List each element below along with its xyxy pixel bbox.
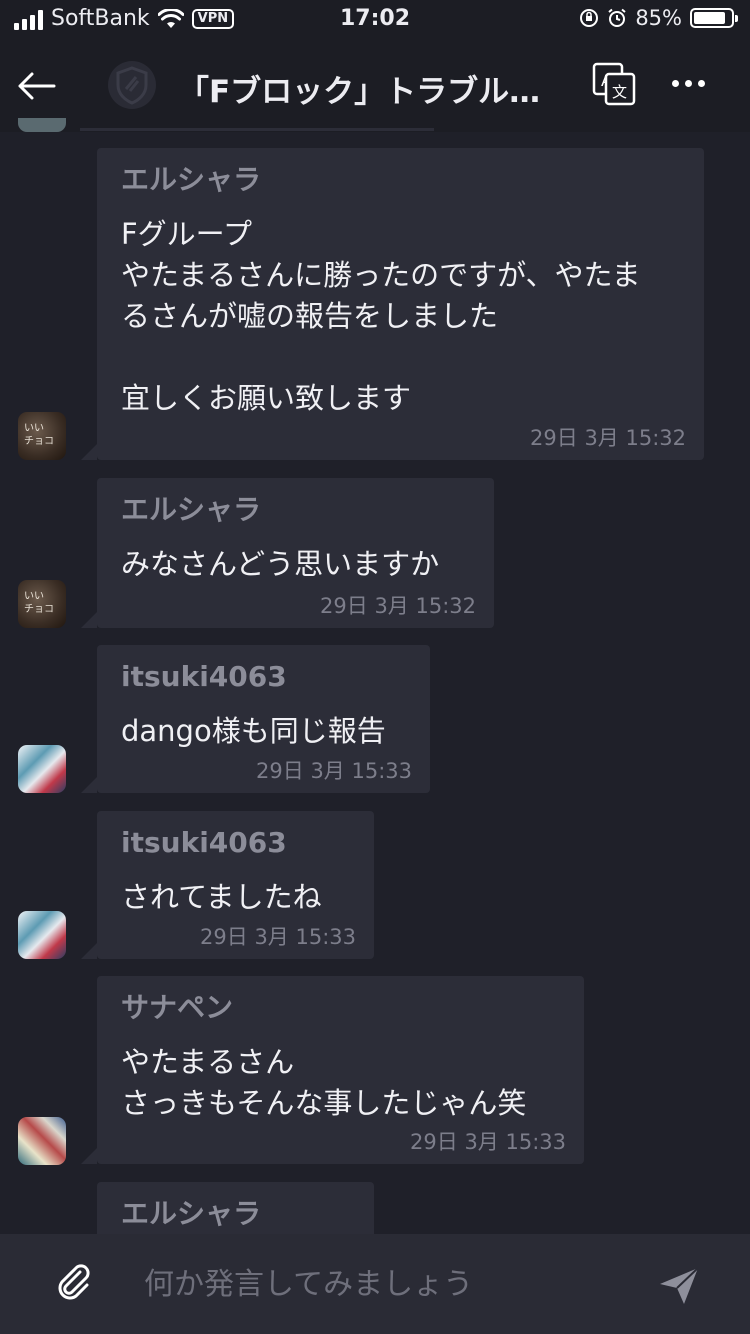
chat-header: 「Fブロック」トラブル… A 文 [0, 42, 750, 132]
avatar[interactable] [18, 118, 66, 132]
translate-icon[interactable]: A 文 [592, 62, 636, 106]
message-time: 29日 3月 15:32 [530, 426, 686, 450]
shield-icon[interactable] [108, 58, 156, 112]
message-time: 29日 3月 15:33 [256, 759, 412, 783]
avatar[interactable] [18, 745, 66, 793]
message-bubble[interactable]: サナペン やたまるさん さっきもそんな事したじゃん笑 29日 3月 15:33 [81, 976, 584, 1164]
back-arrow-icon[interactable] [14, 64, 58, 108]
message-bubble[interactable]: itsuki4063 されてましたね 29日 3月 15:33 [81, 811, 374, 959]
message-time: 29日 3月 15:33 [200, 925, 356, 949]
svg-text:文: 文 [612, 83, 627, 101]
message-bubble-partial [80, 128, 434, 131]
sender-name: itsuki4063 [121, 826, 287, 859]
paperclip-icon[interactable] [54, 1262, 94, 1302]
avatar-text: いい チョコ [24, 423, 54, 447]
sender-name: itsuki4063 [121, 660, 287, 693]
message-bubble[interactable]: エルシャラ みなさんどう思いますか 29日 3月 15:32 [81, 478, 494, 628]
send-icon[interactable] [656, 1262, 702, 1308]
message-text: dango様も同じ報告 [121, 714, 386, 748]
message-text: やたまるさん さっきもそんな事したじゃん笑 [121, 1045, 527, 1120]
sender-name: エルシャラ [121, 163, 262, 196]
avatar[interactable]: いい チョコ [18, 580, 66, 628]
composer-bar [0, 1234, 750, 1334]
orientation-lock-icon [580, 9, 599, 27]
message-bubble[interactable]: itsuki4063 dango様も同じ報告 29日 3月 15:33 [81, 645, 430, 793]
avatar[interactable]: いい チョコ [18, 412, 66, 460]
message-text: みなさんどう思いますか [121, 547, 440, 581]
more-icon[interactable] [672, 80, 705, 87]
avatar[interactable] [18, 1117, 66, 1165]
message-text: Fグループ やたまるさんに勝ったのですが、やたま るさんが嘘の報告をしました 宜… [121, 217, 641, 415]
message-time: 29日 3月 15:32 [320, 594, 476, 618]
message-input[interactable] [120, 1256, 620, 1312]
avatar-text: いい チョコ [24, 591, 54, 615]
message-bubble[interactable]: エルシャラ Fグループ やたまるさんに勝ったのですが、やたま るさんが嘘の報告を… [81, 148, 704, 460]
sender-name: エルシャラ [121, 1197, 262, 1230]
alarm-icon [608, 8, 626, 27]
chat-title: 「Fブロック」トラブル… [178, 74, 541, 110]
battery-icon [690, 8, 738, 28]
message-time: 29日 3月 15:33 [410, 1130, 566, 1154]
battery-percent: 85% [635, 6, 682, 30]
status-right: 85% [579, 6, 738, 30]
sender-name: サナペン [121, 991, 234, 1024]
status-bar: SoftBank VPN 17:02 85% [0, 0, 750, 42]
avatar[interactable] [18, 911, 66, 959]
sender-name: エルシャラ [121, 493, 262, 526]
message-text: されてましたね [121, 880, 322, 914]
